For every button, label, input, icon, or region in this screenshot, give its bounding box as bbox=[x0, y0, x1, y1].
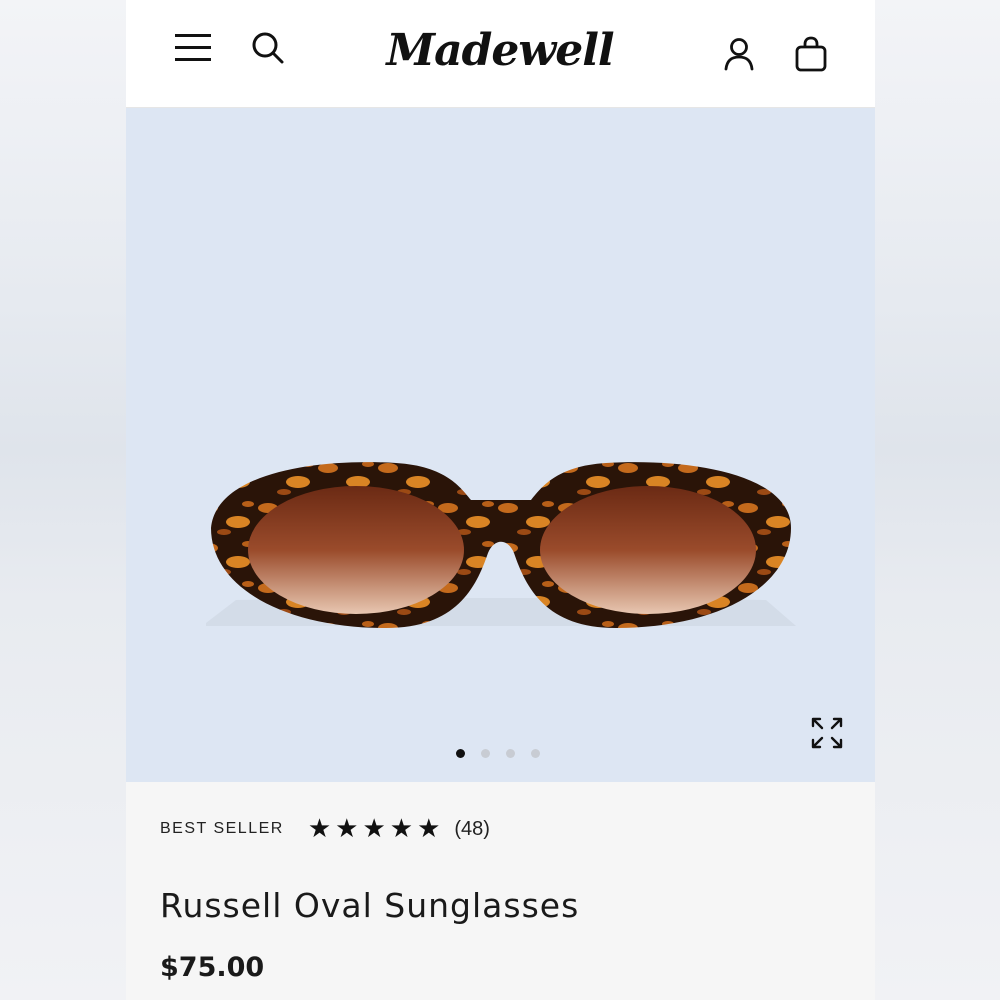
carousel-dot-3[interactable] bbox=[506, 749, 515, 758]
star-icon: ★ bbox=[389, 814, 414, 844]
carousel-dot-1[interactable] bbox=[456, 749, 465, 758]
carousel-dot-2[interactable] bbox=[481, 749, 490, 758]
star-rating[interactable]: ★ ★ ★ ★ ★ bbox=[308, 816, 441, 842]
product-title: Russell Oval Sunglasses bbox=[160, 886, 580, 925]
background-right bbox=[874, 0, 1000, 1000]
star-icon: ★ bbox=[335, 814, 359, 844]
product-info: BEST SELLER ★ ★ ★ ★ ★ (48) Russell Oval … bbox=[126, 782, 875, 1000]
shopping-bag-icon[interactable] bbox=[793, 34, 829, 74]
account-icon[interactable] bbox=[722, 36, 756, 72]
expand-icon[interactable] bbox=[808, 714, 846, 752]
background-left bbox=[0, 0, 126, 1000]
star-icon: ★ bbox=[362, 814, 386, 844]
site-header: Madewell bbox=[126, 0, 875, 108]
badge-rating-row: BEST SELLER ★ ★ ★ ★ ★ (48) bbox=[160, 816, 490, 842]
search-icon[interactable] bbox=[250, 30, 286, 66]
best-seller-badge: BEST SELLER bbox=[160, 820, 284, 837]
product-image-carousel[interactable] bbox=[126, 108, 875, 782]
hamburger-menu-icon[interactable] bbox=[172, 30, 214, 66]
madewell-logo[interactable]: Madewell bbox=[386, 20, 614, 80]
tortoiseshell-oval-sunglasses-image bbox=[206, 462, 796, 628]
carousel-dot-4[interactable] bbox=[531, 749, 540, 758]
review-count[interactable]: (48) bbox=[454, 818, 490, 841]
carousel-pagination bbox=[456, 749, 540, 758]
product-price: $75.00 bbox=[160, 952, 265, 983]
star-icon: ★ bbox=[417, 814, 441, 844]
star-icon: ★ bbox=[307, 814, 332, 844]
product-page: Madewell BEST SELLER ★ ★ ★ ★ ★ (48) Russ… bbox=[126, 0, 875, 1000]
